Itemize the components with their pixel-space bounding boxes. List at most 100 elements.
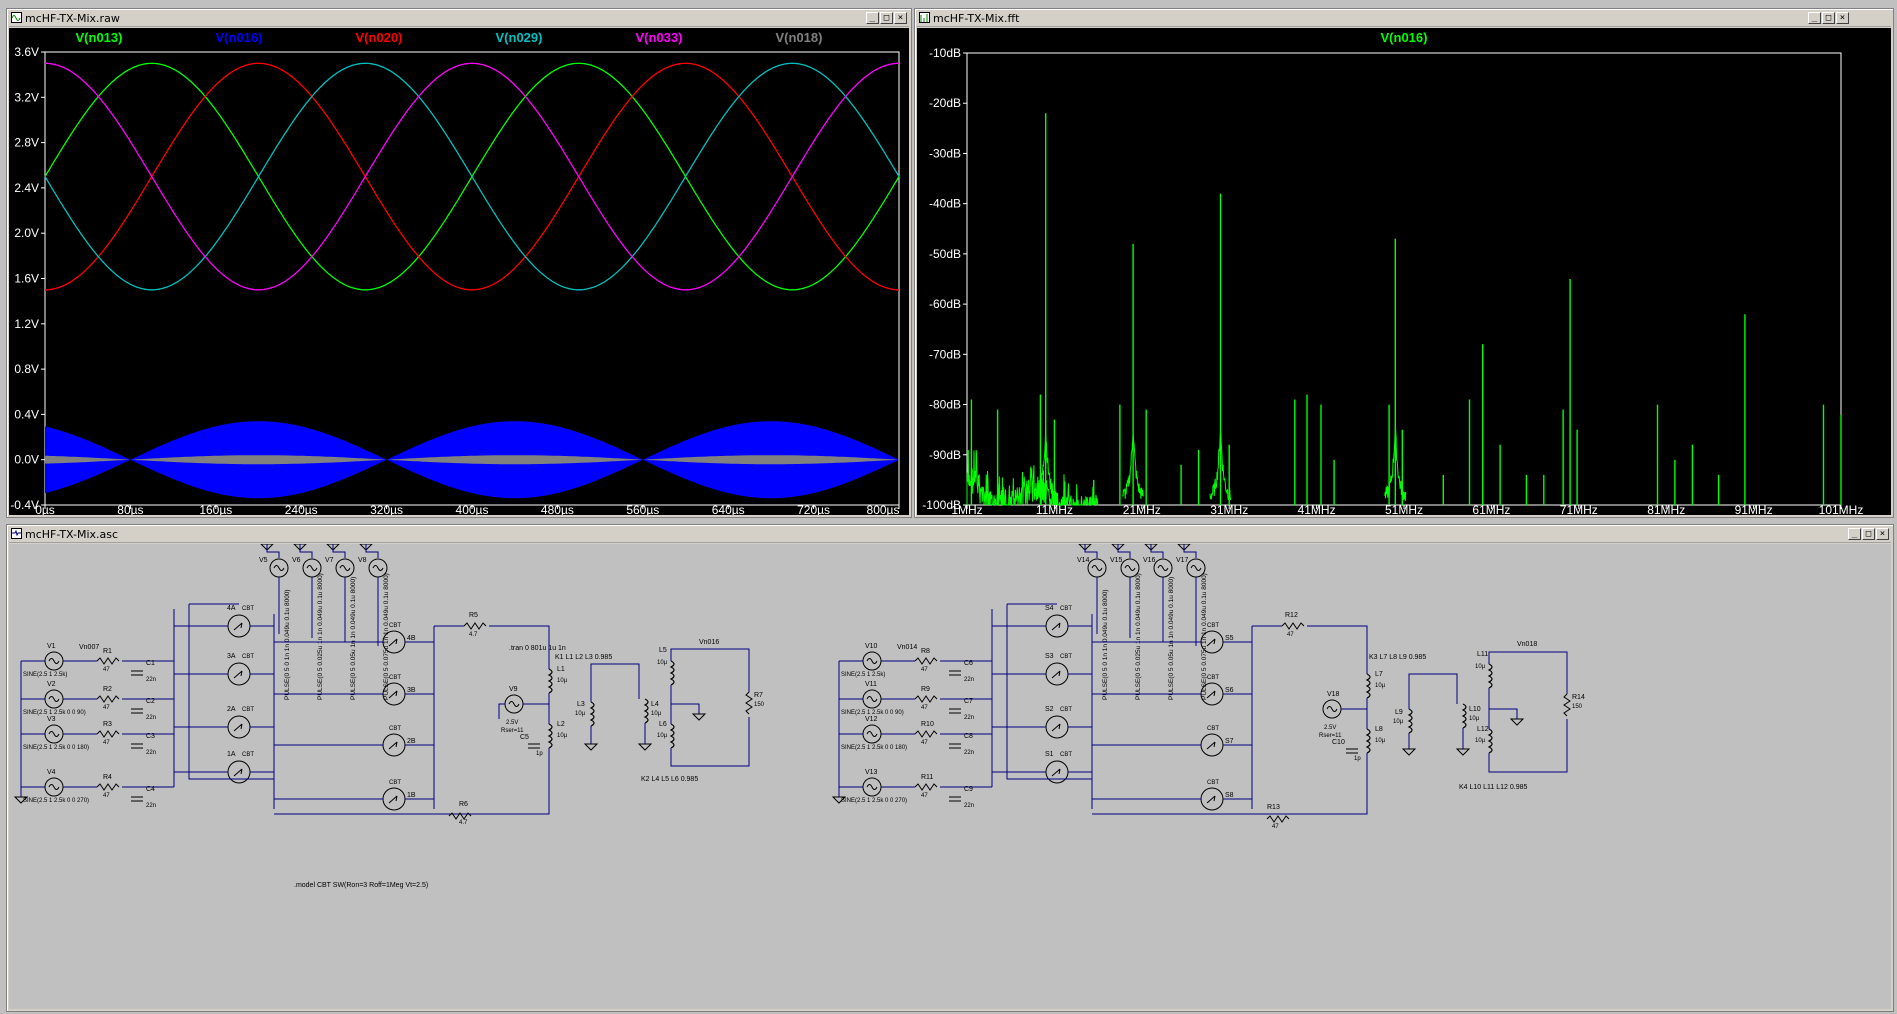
inductor-name: L10	[1469, 706, 1481, 713]
source-name: V3	[47, 716, 56, 723]
restore-button[interactable]: □	[1822, 12, 1835, 24]
tran-directive: .tran 0 801u 1u 1n	[509, 645, 566, 652]
switch-model: CBT	[389, 780, 401, 786]
wire	[1488, 651, 1568, 694]
ground-icon	[583, 743, 599, 751]
fft-window-icon	[919, 12, 930, 23]
y-tick-label: 3.6V	[14, 45, 39, 59]
wire	[1488, 719, 1568, 773]
inductor-symbol	[669, 660, 675, 686]
sine-icon	[273, 565, 285, 571]
close-button[interactable]: ×	[894, 12, 907, 24]
switch-icon	[1206, 690, 1216, 699]
pulse-source-name: V17	[1176, 557, 1189, 564]
x-tick-label: 240µs	[285, 503, 318, 515]
source-value: SINE(2.5 1 2.5k 0 0 270)	[23, 798, 89, 804]
inductor-value: 10µ	[1375, 738, 1386, 744]
resistor-symbol	[448, 812, 472, 820]
sine-icon	[866, 731, 878, 737]
ground-icon	[1401, 748, 1417, 756]
minimize-button[interactable]: _	[866, 12, 879, 24]
x-tick-label: 61MHz	[1472, 503, 1510, 515]
inductor-value: 10µ	[651, 711, 662, 717]
y-tick-label: 0.4V	[14, 407, 39, 421]
switch-model: CBT	[1207, 726, 1219, 732]
source-name: V12	[865, 716, 878, 723]
x-tick-label: 0µs	[35, 503, 55, 515]
fft-chart[interactable]: V(n016)-100dB-90dB-80dB-70dB-60dB-50dB-4…	[917, 28, 1891, 515]
inductor-name: L11	[1477, 651, 1488, 658]
waveform-plot-area[interactable]: V(n013) V(n016) V(n020) V(n029) V(n033) V(n01…	[9, 28, 909, 515]
switch-name: S5	[1225, 635, 1234, 642]
fft-window[interactable]: mcHF-TX-Mix.fft _ □ × V(n016) -100dB -90dB…	[914, 8, 1894, 518]
resistor-name: R12	[1285, 612, 1298, 619]
resistor-symbol	[463, 622, 487, 630]
schematic-window-icon	[11, 528, 22, 539]
minimize-button[interactable]: _	[1848, 528, 1861, 540]
ground-icon	[637, 743, 653, 751]
switch-name: 1A	[227, 751, 236, 758]
close-button[interactable]: ×	[1836, 12, 1849, 24]
resistor-value: 150	[1572, 704, 1583, 710]
switch-name: 4A	[227, 605, 236, 612]
switch-model: CBT	[1207, 675, 1219, 681]
fft-plot-area[interactable]: V(n016) -100dB -90dB -80dB -70dB -60dB -50dB -4…	[917, 28, 1891, 515]
source-value: SINE(2.5 1 2.5k)	[23, 672, 67, 678]
schematic-drawing[interactable]: V1 SINE(2.5 1 2.5k) R1 47 C1 22n V2 SINE(2.5 1 …	[9, 544, 1891, 1009]
switch-name: S1	[1045, 751, 1054, 758]
resistor-symbol	[1281, 622, 1305, 630]
resistor-value: 47	[103, 705, 110, 711]
inductor-value: 10µ	[1393, 719, 1404, 725]
source-value: SINE(2.5 1 2.5k 0 0 180)	[841, 745, 907, 751]
inductor-value: 10µ	[657, 660, 668, 666]
inductor-name: L4	[651, 701, 659, 708]
switch-model: CBT	[1060, 752, 1072, 758]
x-tick-label: 640µs	[712, 503, 745, 515]
inductor-value: 10µ	[1469, 716, 1480, 722]
capacitor-name: C1	[146, 660, 155, 667]
schematic-canvas[interactable]: V1 SINE(2.5 1 2.5k) R1 47 C1 22n V2 SINE(2.5 1 …	[9, 544, 1891, 1009]
switch-icon	[1051, 723, 1061, 732]
resistor-symbol	[96, 783, 120, 791]
resistor-value: 47	[921, 740, 928, 746]
wire	[1183, 544, 1197, 558]
x-tick-label: 41MHz	[1298, 503, 1336, 515]
switch-model: CBT	[1060, 606, 1072, 612]
restore-button[interactable]: □	[880, 12, 893, 24]
resistor-value: 4.7	[459, 820, 468, 826]
schematic-titlebar[interactable]: mcHF-TX-Mix.asc _ □ ×	[9, 527, 1891, 543]
schematic-window[interactable]: mcHF-TX-Mix.asc _ □ × V1 SINE(2.5 1 2.5k)…	[6, 524, 1894, 1012]
source-value: SINE(2.5 1 2.5k 0 0 270)	[841, 798, 907, 804]
sine-icon	[48, 731, 60, 737]
waveform-chart[interactable]: V(n013) V(n016) V(n020) V(n029) V(n033) V(n01…	[9, 28, 909, 515]
source-name: V18	[1327, 691, 1340, 698]
waveform-titlebar[interactable]: mcHF-TX-Mix.raw _ □ ×	[9, 11, 909, 27]
inductor-name: L1	[557, 666, 565, 673]
inductor-value: 10µ	[657, 733, 668, 739]
switch-name: 3B	[407, 687, 416, 694]
minimize-button[interactable]: _	[1808, 12, 1821, 24]
capacitor-value: 22n	[146, 677, 156, 683]
resistor-name: R3	[103, 721, 112, 728]
waveform-window-title: mcHF-TX-Mix.raw	[25, 12, 120, 25]
resistor-value: 150	[754, 702, 765, 708]
x-tick-label: 80µs	[117, 503, 143, 515]
fft-titlebar[interactable]: mcHF-TX-Mix.fft _ □ ×	[917, 11, 1891, 27]
waveform-window[interactable]: mcHF-TX-Mix.raw _ □ × V(n013) V(n016) V(n0…	[6, 8, 912, 518]
restore-button[interactable]: □	[1862, 528, 1875, 540]
inductor-value: 10µ	[1475, 738, 1486, 744]
resistor-name: R11	[921, 774, 933, 781]
close-button[interactable]: ×	[1876, 528, 1889, 540]
capacitor-name: C9	[964, 786, 973, 793]
switch-icon	[233, 622, 243, 631]
resistor-name: R9	[921, 686, 930, 693]
pulse-source-name: V8	[358, 557, 367, 564]
pulse-source-value: PULSE(0 5 0.05u 1n 1n 0.049u 0.1u 8000)	[350, 577, 357, 700]
inductor-value: 10µ	[557, 733, 568, 739]
source-value: SINE(2.5 1 2.5k)	[841, 672, 885, 678]
y-tick-label: -70dB	[929, 347, 961, 361]
switch-model: CBT	[242, 606, 254, 612]
wire	[1084, 544, 1098, 558]
resistor-value: 47	[921, 793, 928, 799]
inductor-symbol	[1365, 673, 1371, 699]
